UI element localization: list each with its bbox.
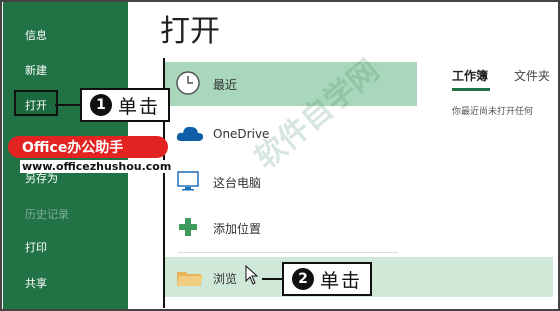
location-this-pc[interactable]: 这台电脑 <box>165 160 417 204</box>
backstage-window: 信息 新建 打开 另存为 历史记录 打印 共享 打开 最近 OneDrive 这… <box>0 0 560 311</box>
step-number: 2 <box>292 268 314 290</box>
computer-icon <box>175 168 201 194</box>
location-add-place[interactable]: 添加位置 <box>165 206 417 250</box>
locations-divider <box>178 252 398 253</box>
nav-open[interactable]: 打开 <box>25 97 47 113</box>
callout-step-2: 2 单击 <box>282 262 372 296</box>
callout-step-1: 1 单击 <box>80 88 170 122</box>
plus-icon <box>175 214 201 240</box>
recent-tabs: 工作簿 文件夹 <box>452 67 550 84</box>
step-text: 单击 <box>320 269 363 292</box>
location-label: 最近 <box>213 78 238 92</box>
location-label: 浏览 <box>213 272 238 286</box>
nav-share[interactable]: 共享 <box>25 275 47 291</box>
location-label: 这台电脑 <box>213 176 262 190</box>
active-tab-underline <box>452 88 490 91</box>
nav-new[interactable]: 新建 <box>25 62 47 78</box>
empty-recent-message: 你最近尚未打开任何 <box>452 107 534 117</box>
tab-workbooks[interactable]: 工作簿 <box>452 69 488 83</box>
page-title: 打开 <box>160 14 220 49</box>
clock-icon <box>175 70 201 96</box>
cloud-icon <box>175 121 204 147</box>
tab-folders[interactable]: 文件夹 <box>514 67 550 84</box>
nav-print[interactable]: 打印 <box>25 239 47 255</box>
step-text: 单击 <box>118 95 161 118</box>
folder-icon <box>175 265 203 291</box>
step-number: 1 <box>90 94 112 116</box>
mouse-cursor-icon <box>245 264 259 289</box>
callout2-connector <box>262 278 283 280</box>
callout1-connector <box>55 104 81 106</box>
nav-history: 历史记录 <box>25 208 69 221</box>
brand-url: www.officezhushou.com <box>20 160 174 173</box>
location-label: 添加位置 <box>213 222 262 236</box>
brand-logo: Office办公助手 <box>8 136 168 158</box>
nav-info[interactable]: 信息 <box>25 27 47 43</box>
